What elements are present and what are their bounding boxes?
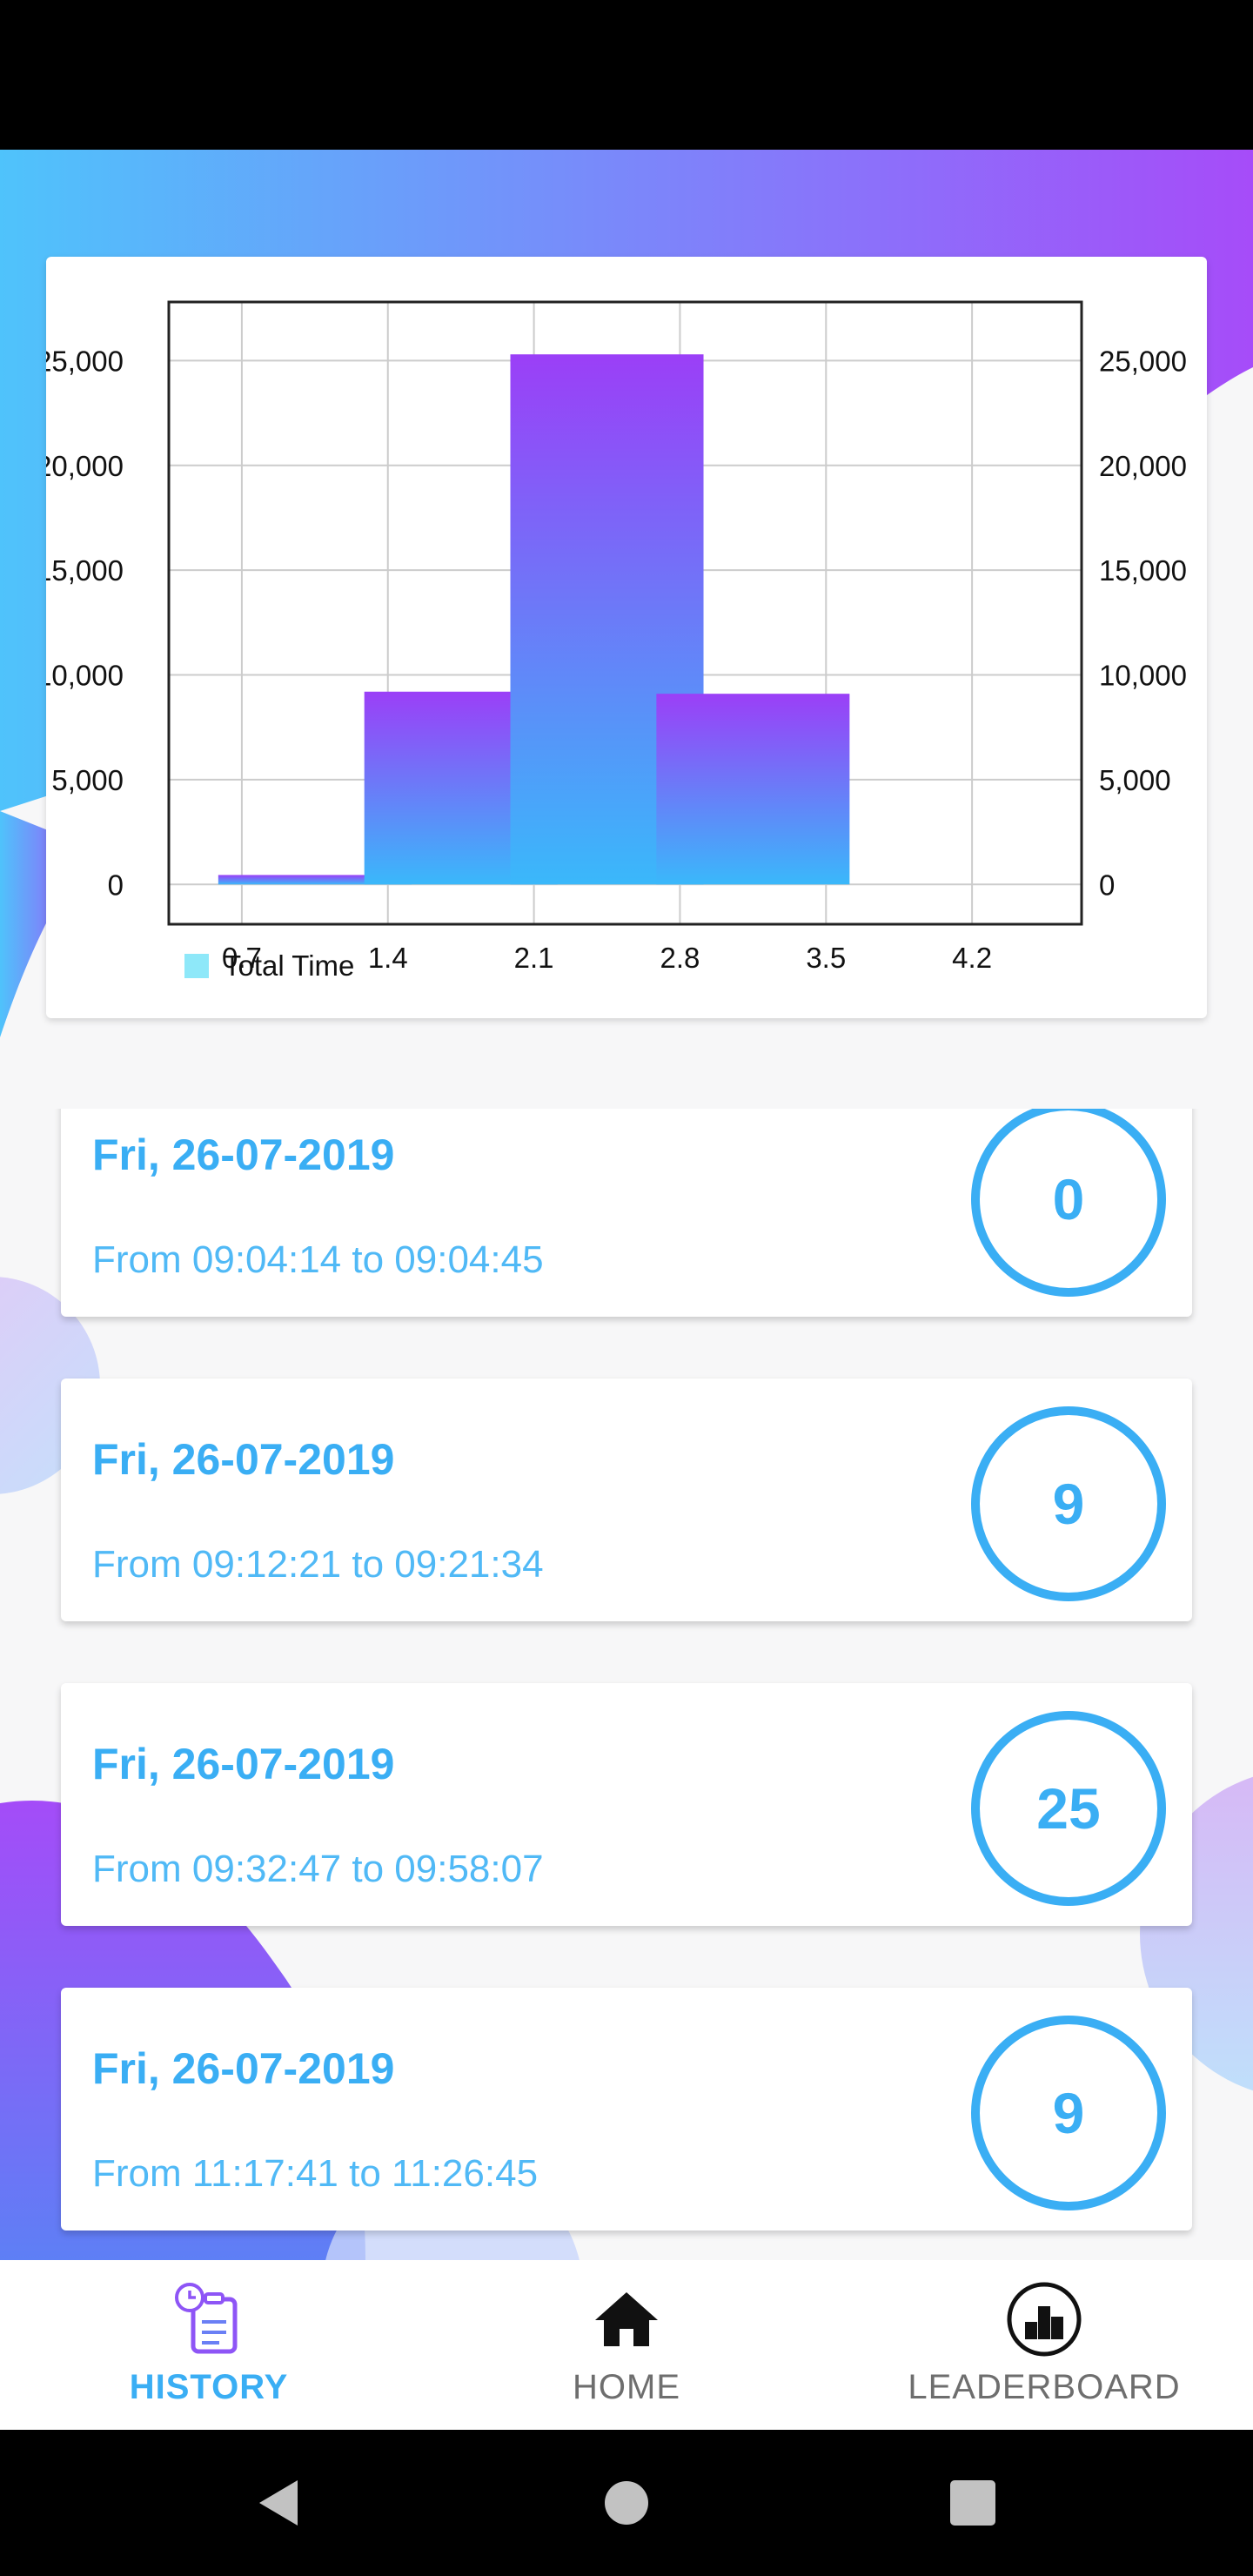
session-score-badge: 9 bbox=[971, 1406, 1166, 1601]
y-tick-label-right: 10,000 bbox=[1099, 660, 1187, 692]
history-icon bbox=[167, 2277, 251, 2361]
x-tick-label: 2.8 bbox=[660, 942, 700, 974]
home-system-button[interactable] bbox=[583, 2430, 670, 2576]
nav-leaderboard-label: LEADERBOARD bbox=[908, 2368, 1181, 2406]
x-tick-label: 2.1 bbox=[514, 942, 554, 974]
y-tick-label-left: 15,000 bbox=[46, 554, 124, 587]
y-tick-label-left: 20,000 bbox=[46, 450, 124, 482]
system-navigation-bar bbox=[0, 2430, 1253, 2576]
chart-card: 0 0 5,000 5,000 10,000 10,000 15,000 15,000 20,0… bbox=[46, 257, 1207, 1018]
session-list[interactable]: Fri, 26-07-2019 From 09:04:14 to 09:04:45… bbox=[0, 1109, 1253, 2260]
session-date: Fri, 26-07-2019 bbox=[92, 1130, 395, 1179]
y-tick-label-right: 0 bbox=[1099, 869, 1115, 901]
y-tick-label-right: 20,000 bbox=[1099, 450, 1187, 482]
leaderboard-icon bbox=[1002, 2277, 1086, 2361]
status-bar bbox=[0, 0, 1253, 150]
session-card[interactable]: Fri, 26-07-2019 From 09:32:47 to 09:58:07… bbox=[61, 1683, 1192, 1926]
session-score-badge: 25 bbox=[971, 1711, 1166, 1906]
session-time-range: From 09:12:21 to 09:21:34 bbox=[92, 1543, 544, 1586]
square-recents-icon bbox=[950, 2480, 995, 2526]
session-time-range: From 11:17:41 to 11:26:45 bbox=[92, 2152, 539, 2195]
session-card[interactable]: Fri, 26-07-2019 From 09:12:21 to 09:21:34… bbox=[61, 1379, 1192, 1621]
session-time-range: From 09:04:14 to 09:04:45 bbox=[92, 1238, 544, 1281]
legend-swatch bbox=[184, 954, 209, 978]
y-tick-label-left: 0 bbox=[108, 869, 124, 901]
nav-leaderboard[interactable]: LEADERBOARD bbox=[835, 2260, 1253, 2430]
home-icon bbox=[585, 2277, 668, 2361]
y-tick-label-left: 25,000 bbox=[46, 345, 124, 377]
circle-home-icon bbox=[605, 2481, 648, 2525]
nav-home-label: HOME bbox=[573, 2368, 680, 2406]
recents-button[interactable] bbox=[929, 2430, 1016, 2576]
y-tick-label-right: 25,000 bbox=[1099, 345, 1187, 377]
session-date: Fri, 26-07-2019 bbox=[92, 2044, 395, 2093]
bottom-navigation: HISTORY HOME LEADERBOARD bbox=[0, 2260, 1253, 2430]
x-tick-label: 3.5 bbox=[806, 942, 846, 974]
bar bbox=[656, 694, 850, 885]
y-tick-label-right: 5,000 bbox=[1099, 764, 1171, 796]
session-time-range: From 09:32:47 to 09:58:07 bbox=[92, 1848, 544, 1890]
session-score-badge: 0 bbox=[971, 1109, 1166, 1297]
back-icon bbox=[259, 2480, 298, 2526]
x-tick-label: 1.4 bbox=[368, 942, 408, 974]
session-card[interactable]: Fri, 26-07-2019 From 11:17:41 to 11:26:45… bbox=[61, 1988, 1192, 2231]
nav-history-label: HISTORY bbox=[129, 2368, 289, 2406]
back-button[interactable] bbox=[235, 2430, 322, 2576]
session-date: Fri, 26-07-2019 bbox=[92, 1435, 395, 1484]
session-score-badge: 9 bbox=[971, 2016, 1166, 2210]
nav-home[interactable]: HOME bbox=[418, 2260, 835, 2430]
app-screen: 0 0 5,000 5,000 10,000 10,000 15,000 15,000 20,0… bbox=[0, 150, 1253, 2260]
bar-chart: 0 0 5,000 5,000 10,000 10,000 15,000 15,000 20,0… bbox=[46, 300, 1187, 982]
legend-label: Total Time bbox=[224, 949, 354, 982]
nav-history[interactable]: HISTORY bbox=[0, 2260, 418, 2430]
y-tick-label-left: 10,000 bbox=[46, 660, 124, 692]
session-card[interactable]: Fri, 26-07-2019 From 09:04:14 to 09:04:45… bbox=[61, 1109, 1192, 1317]
x-tick-label: 4.2 bbox=[952, 942, 992, 974]
y-tick-label-left: 5,000 bbox=[51, 764, 124, 796]
session-date: Fri, 26-07-2019 bbox=[92, 1740, 395, 1788]
y-tick-label-right: 15,000 bbox=[1099, 554, 1187, 587]
